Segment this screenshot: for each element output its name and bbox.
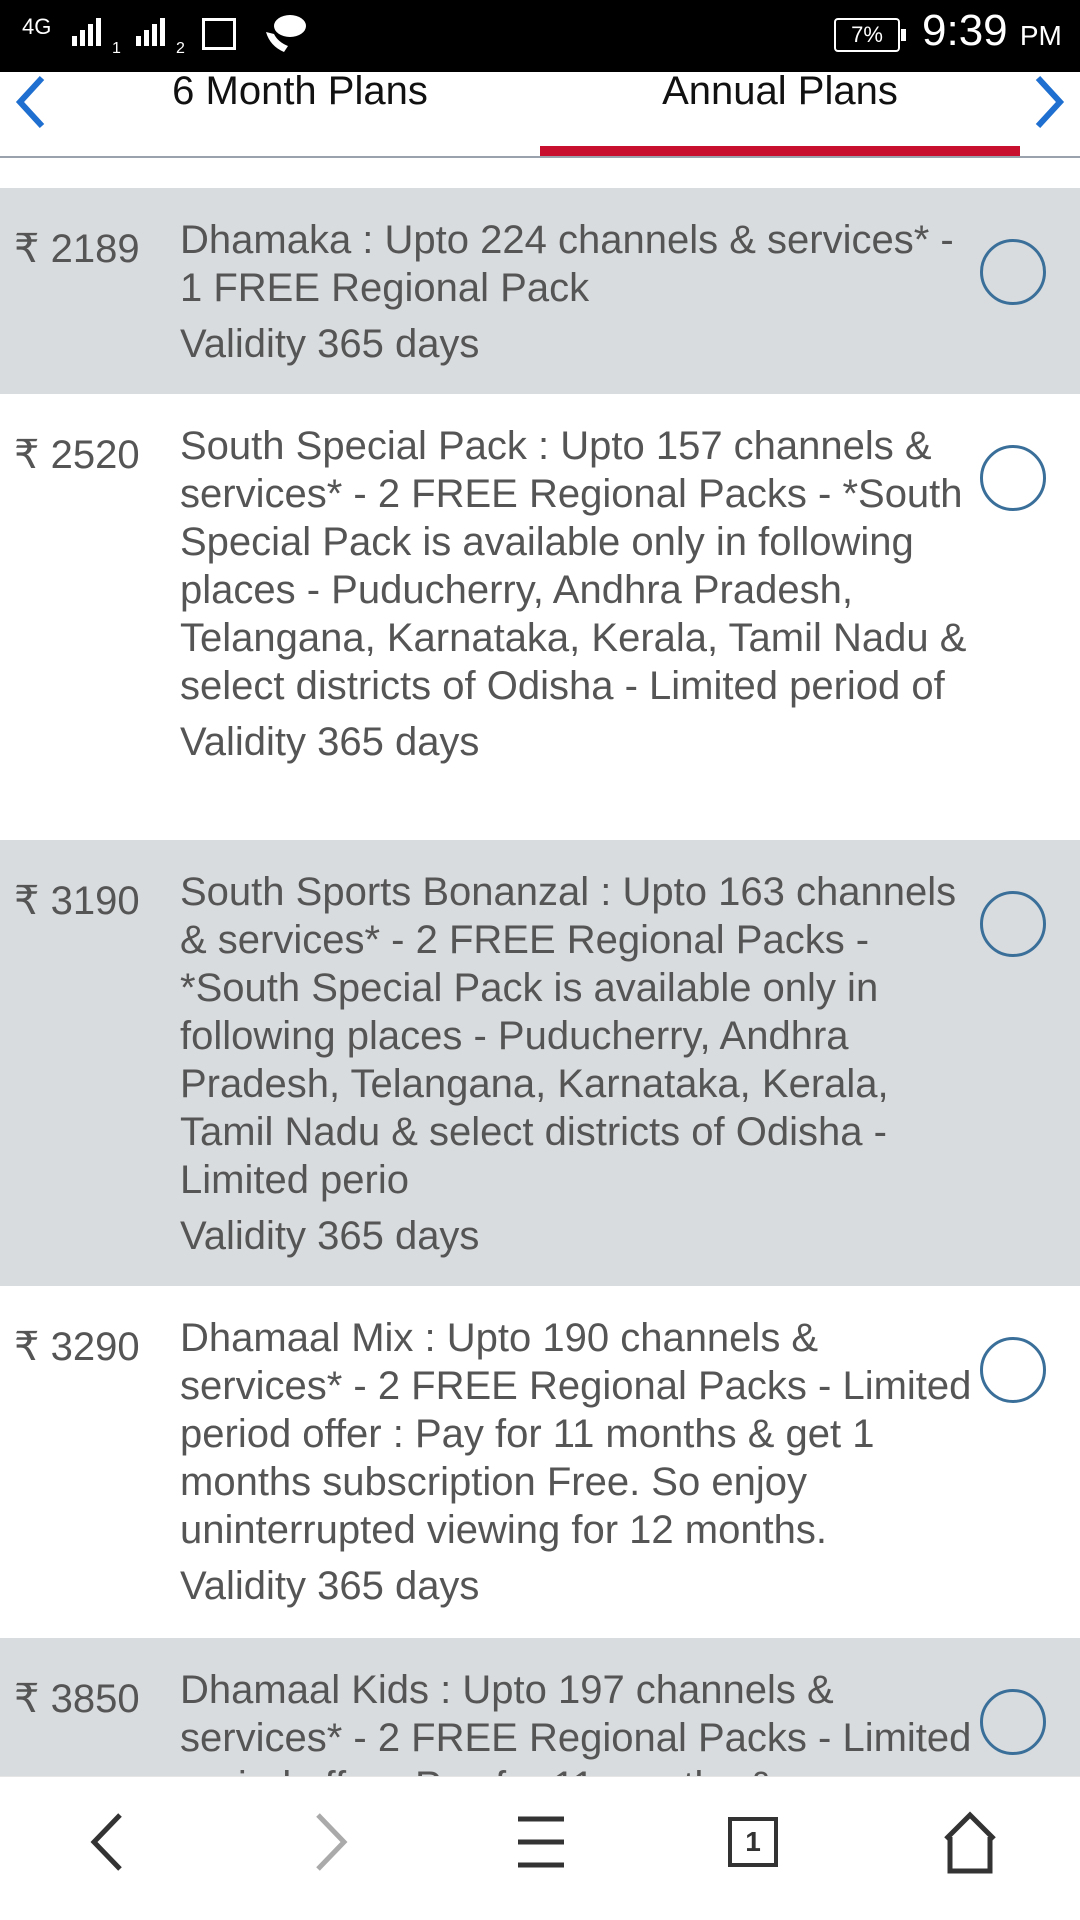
plan-price: ₹ 2520	[14, 433, 140, 477]
plan-price: ₹ 3850	[14, 1677, 140, 1721]
plan-row[interactable]: ₹ 3190 South Sports Bonanzal : Upto 163 …	[0, 840, 1080, 1286]
network-type: 4G	[22, 14, 52, 39]
plan-row[interactable]: ₹ 2520 South Special Pack : Upto 157 cha…	[0, 394, 1080, 840]
plan-validity: Validity 365 days	[180, 322, 480, 366]
status-bar: 4G 1 2 7% 9:39 PM	[0, 0, 1080, 72]
plan-radio-button[interactable]	[980, 1689, 1046, 1755]
plan-description: South Sports Bonanzal : Upto 163 channel…	[180, 868, 980, 1260]
plan-description: Dhamaal Kids : Upto 197 channels & servi…	[180, 1668, 972, 1776]
plans-list: ₹ 2189 Dhamaka : Upto 224 channels & ser…	[0, 188, 1080, 1776]
plan-validity: Validity 365 days	[180, 720, 480, 764]
plan-price: ₹ 3190	[14, 879, 140, 923]
plan-row[interactable]: ₹ 3850 Dhamaal Kids : Upto 197 channels …	[0, 1638, 1080, 1776]
tab-annual-plans[interactable]: Annual Plans	[540, 71, 1020, 156]
tabs-count-icon[interactable]: 1	[728, 1817, 778, 1867]
plan-tab-bar: 6 Month Plans Annual Plans	[0, 71, 1080, 158]
signal-sim2-icon	[136, 18, 168, 46]
plan-validity: Validity 365 days	[180, 1214, 480, 1258]
back-icon[interactable]	[84, 1807, 134, 1877]
browser-bottom-bar: 1	[0, 1776, 1080, 1920]
plan-price: ₹ 3290	[14, 1325, 140, 1369]
plan-validity: Validity 365 days	[180, 1564, 480, 1608]
sim1-label: 1	[112, 40, 121, 57]
home-icon[interactable]	[942, 1807, 998, 1877]
tab-prev-arrow-icon[interactable]	[6, 72, 56, 132]
plan-description: Dhamaal Mix : Upto 190 channels & servic…	[180, 1314, 980, 1610]
plan-description: Dhamaka : Upto 224 channels & services* …	[180, 216, 980, 368]
menu-icon[interactable]	[516, 1807, 566, 1877]
battery-indicator: 7%	[834, 18, 906, 52]
plan-price: ₹ 2189	[14, 227, 140, 271]
signal-sim1-icon	[72, 18, 104, 46]
tab-next-arrow-icon[interactable]	[1024, 72, 1074, 132]
plan-row[interactable]: ₹ 3290 Dhamaal Mix : Upto 190 channels &…	[0, 1286, 1080, 1638]
plan-radio-button[interactable]	[980, 239, 1046, 305]
sim2-label: 2	[176, 40, 185, 57]
chat-notification-icon	[266, 15, 306, 52]
selected-tab-indicator	[540, 146, 1020, 156]
plan-radio-button[interactable]	[980, 891, 1046, 957]
forward-icon[interactable]	[304, 1807, 354, 1877]
plan-radio-button[interactable]	[980, 445, 1046, 511]
plan-row[interactable]: ₹ 2189 Dhamaka : Upto 224 channels & ser…	[0, 188, 1080, 394]
image-notification-icon	[202, 18, 236, 50]
clock: 9:39 PM	[922, 6, 1062, 55]
plan-description: South Special Pack : Upto 157 channels &…	[180, 422, 980, 766]
tab-6-month-plans[interactable]: 6 Month Plans	[60, 71, 540, 156]
plan-radio-button[interactable]	[980, 1337, 1046, 1403]
